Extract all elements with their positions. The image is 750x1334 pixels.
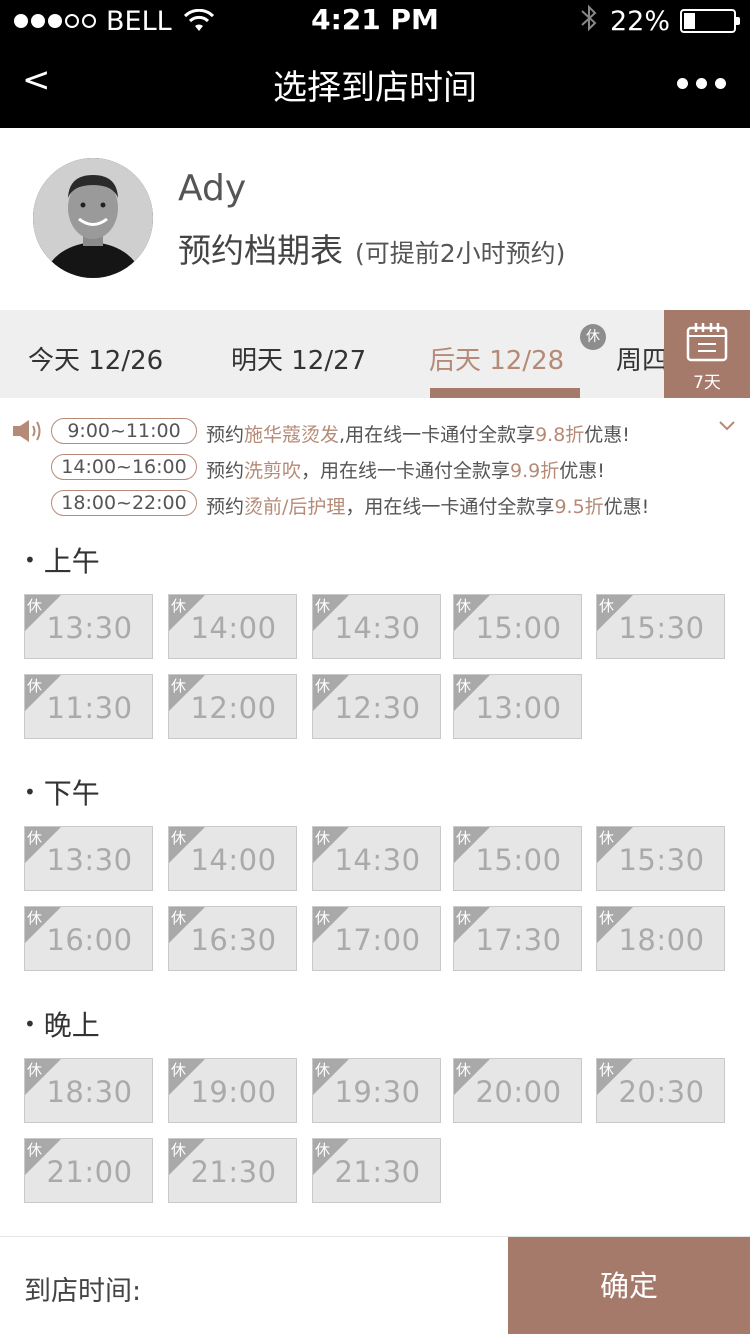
time-slot[interactable]: 休 16:00 — [24, 906, 153, 971]
chevron-down-icon[interactable] — [718, 420, 736, 432]
schedule-note: (可提前2小时预约) — [355, 239, 566, 268]
time-slot[interactable]: 休 15:00 — [453, 826, 582, 891]
slot-time: 17:30 — [475, 923, 562, 957]
promo-time-3: 18:00~22:00 — [51, 490, 197, 516]
time-slot[interactable]: 休 14:00 — [168, 826, 297, 891]
slot-time: 15:00 — [475, 843, 562, 877]
slot-time: 13:30 — [46, 843, 133, 877]
promo-text-2: 预约洗剪吹，用在线一卡通付全款享9.9折优惠! — [206, 460, 605, 482]
slot-time: 16:30 — [190, 923, 277, 957]
time-slot[interactable]: 休 14:30 — [312, 826, 441, 891]
time-slot[interactable]: 休 14:30 — [312, 594, 441, 659]
time-slot[interactable]: 休 15:30 — [596, 594, 725, 659]
active-tab-indicator — [430, 388, 580, 398]
time-slot[interactable]: 休 12:30 — [312, 674, 441, 739]
promo-text-3: 预约烫前/后护理，用在线一卡通付全款享9.5折优惠! — [206, 496, 650, 518]
slot-time: 21:00 — [46, 1155, 133, 1189]
stylist-name: Ady — [178, 168, 247, 209]
confirm-button[interactable]: 确定 — [508, 1237, 750, 1334]
more-dots-icon[interactable] — [677, 78, 726, 89]
time-slot[interactable]: 休 14:00 — [168, 594, 297, 659]
seven-day-label: 7天 — [693, 373, 721, 393]
time-slot[interactable]: 休 12:00 — [168, 674, 297, 739]
rest-badge: 休 — [580, 324, 606, 350]
battery-icon — [680, 9, 740, 33]
seven-day-calendar-button[interactable]: 7天 — [664, 310, 750, 398]
section-title: • 下午 — [24, 772, 100, 812]
slot-time: 19:30 — [334, 1075, 421, 1109]
slot-time: 21:30 — [190, 1155, 277, 1189]
slot-time: 14:00 — [190, 843, 277, 877]
page-title: 选择到店时间 — [273, 68, 477, 108]
arrival-time-label: 到店时间: — [24, 1276, 142, 1307]
slot-time: 15:30 — [618, 843, 705, 877]
tab-day-after-tomorrow[interactable]: 后天 12/28 — [429, 340, 564, 377]
slot-time: 20:00 — [475, 1075, 562, 1109]
time-slot[interactable]: 休 21:30 — [312, 1138, 441, 1203]
time-slot[interactable]: 休 17:00 — [312, 906, 441, 971]
battery-percentage: 22% — [609, 5, 670, 37]
slot-time: 15:00 — [475, 611, 562, 645]
time-slot[interactable]: 休 18:00 — [596, 906, 725, 971]
tab-thursday[interactable]: 周四 — [616, 340, 668, 377]
slot-time: 15:30 — [618, 611, 705, 645]
time-slot[interactable]: 休 13:00 — [453, 674, 582, 739]
section-title-text: 晚上 — [43, 1009, 100, 1042]
status-bar: BELL 4:21 PM 22% — [0, 0, 750, 40]
slot-time: 16:00 — [46, 923, 133, 957]
calendar-icon — [686, 323, 728, 362]
bottom-bar: 到店时间: 确定 — [0, 1236, 750, 1334]
slot-time: 17:00 — [334, 923, 421, 957]
bullet-icon: • — [24, 780, 36, 804]
navigation-bar: < 选择到店时间 — [0, 40, 750, 128]
promo-text-1: 预约施华蔻烫发,用在线一卡通付全款享9.8折优惠! — [206, 424, 630, 446]
tab-today[interactable]: 今天 12/26 — [28, 340, 163, 377]
stylist-profile: Ady 预约档期表 (可提前2小时预约) — [0, 128, 750, 310]
bullet-icon: • — [24, 1012, 36, 1036]
time-slot[interactable]: 休 21:30 — [168, 1138, 297, 1203]
slot-time: 14:30 — [334, 843, 421, 877]
avatar — [33, 158, 153, 278]
time-slot[interactable]: 休 13:30 — [24, 594, 153, 659]
slot-time: 13:30 — [46, 611, 133, 645]
speaker-icon — [13, 420, 41, 442]
promo-time-2: 14:00~16:00 — [51, 454, 197, 480]
slot-time: 20:30 — [618, 1075, 705, 1109]
promo-time-1: 9:00~11:00 — [51, 418, 197, 444]
bullet-icon: • — [24, 548, 36, 572]
slot-time: 14:30 — [334, 611, 421, 645]
slot-time: 21:30 — [334, 1155, 421, 1189]
bluetooth-icon — [578, 3, 600, 40]
time-slot[interactable]: 休 19:30 — [312, 1058, 441, 1123]
slot-time: 12:00 — [190, 691, 277, 725]
slot-time: 18:30 — [46, 1075, 133, 1109]
time-slot[interactable]: 休 16:30 — [168, 906, 297, 971]
time-slot[interactable]: 休 18:30 — [24, 1058, 153, 1123]
slot-time: 13:00 — [475, 691, 562, 725]
slot-time: 11:30 — [46, 691, 133, 725]
time-slot[interactable]: 休 21:00 — [24, 1138, 153, 1203]
time-slot[interactable]: 休 15:00 — [453, 594, 582, 659]
time-slot[interactable]: 休 20:30 — [596, 1058, 725, 1123]
slot-time: 12:30 — [334, 691, 421, 725]
tab-tomorrow[interactable]: 明天 12/27 — [231, 340, 366, 377]
slot-time: 18:00 — [618, 923, 705, 957]
time-slot[interactable]: 休 15:30 — [596, 826, 725, 891]
time-slot[interactable]: 休 20:00 — [453, 1058, 582, 1123]
slot-time: 19:00 — [190, 1075, 277, 1109]
section-title: • 上午 — [24, 540, 100, 580]
time-slot[interactable]: 休 11:30 — [24, 674, 153, 739]
section-title-text: 上午 — [43, 545, 100, 578]
time-slot[interactable]: 休 13:30 — [24, 826, 153, 891]
slot-time: 14:00 — [190, 611, 277, 645]
section-title-text: 下午 — [43, 777, 100, 810]
time-slot[interactable]: 休 19:00 — [168, 1058, 297, 1123]
time-slot[interactable]: 休 17:30 — [453, 906, 582, 971]
section-title: • 晚上 — [24, 1004, 100, 1044]
date-tabs: 今天 12/26 明天 12/27 后天 12/28 周四 — [0, 310, 750, 398]
schedule-title: 预约档期表 — [178, 231, 343, 270]
